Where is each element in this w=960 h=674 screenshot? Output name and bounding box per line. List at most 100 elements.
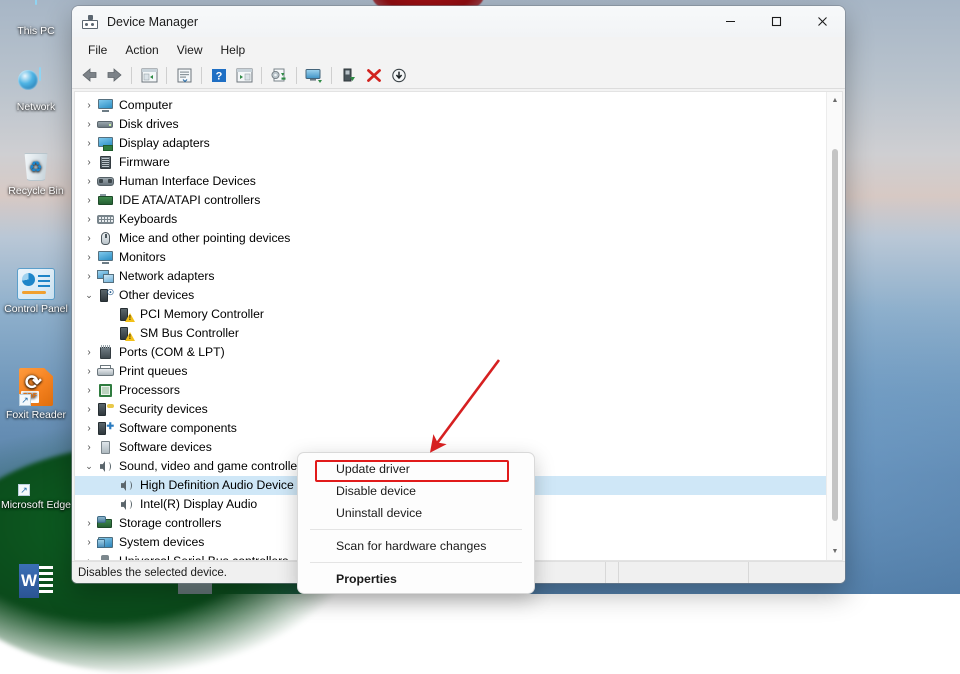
context-menu-item-scan-for-hardware-changes[interactable]: Scan for hardware changes [298, 535, 534, 557]
tree-item-keyboards[interactable]: ›Keyboards [75, 210, 842, 229]
chevron-right-icon[interactable]: › [81, 381, 97, 400]
desktop-icon-microsoft-edge[interactable]: ↗ Microsoft Edge [0, 460, 72, 511]
context-menu-item-uninstall-device[interactable]: Uninstall device [298, 502, 534, 524]
chevron-right-icon[interactable]: › [81, 115, 97, 134]
menu-action[interactable]: Action [116, 40, 167, 60]
scrollbar-track[interactable] [827, 109, 842, 543]
tree-item-sm-bus-controller[interactable]: SM Bus Controller [75, 324, 842, 343]
tree-item-pci-memory-controller[interactable]: PCI Memory Controller [75, 305, 842, 324]
firmware-icon [97, 155, 114, 170]
show-hide-action-pane-icon[interactable] [232, 64, 256, 86]
tree-item-computer[interactable]: › Computer [75, 96, 842, 115]
desktop-icon-foxit-reader[interactable]: ⟳PDF↗ Foxit Reader [0, 368, 72, 421]
tree-item-label: Intel(R) Display Audio [140, 495, 257, 514]
chevron-right-icon[interactable]: › [81, 172, 97, 191]
scroll-up-button[interactable]: ▲ [827, 92, 843, 109]
tree-item-display-adapters[interactable]: › Display adapters [75, 134, 842, 153]
chevron-down-icon[interactable]: ⌄ [81, 457, 97, 476]
desktop-icon-network[interactable]: Network [0, 68, 72, 113]
scrollbar-thumb[interactable] [832, 149, 838, 521]
enable-device-icon[interactable] [337, 64, 361, 86]
maximize-button[interactable] [753, 6, 799, 37]
chevron-right-icon[interactable]: › [81, 362, 97, 381]
help-icon[interactable]: ? [207, 64, 231, 86]
chevron-right-icon[interactable]: › [81, 210, 97, 229]
minimize-button[interactable] [707, 6, 753, 37]
show-hide-console-tree-icon[interactable] [137, 64, 161, 86]
chevron-down-icon[interactable]: ⌄ [81, 286, 97, 305]
tree-item-ide-ata-atapi-controllers[interactable]: › IDE ATA/ATAPI controllers [75, 191, 842, 210]
device-manager-icon [82, 15, 98, 29]
chevron-right-icon[interactable]: › [81, 267, 97, 286]
chevron-right-icon[interactable]: › [81, 134, 97, 153]
tree-item-label: Sound, video and game controllers [119, 457, 307, 476]
chevron-right-icon[interactable]: › [81, 96, 97, 115]
context-menu-item-disable-device[interactable]: Disable device [298, 480, 534, 502]
chevron-right-icon[interactable]: › [81, 419, 97, 438]
desktop-icon-control-panel[interactable]: Control Panel [0, 268, 72, 315]
tree-item-label: Mice and other pointing devices [119, 229, 290, 248]
desktop-icon-recycle-bin[interactable]: ♻ Recycle Bin [0, 148, 72, 197]
chevron-right-icon[interactable]: › [81, 343, 97, 362]
menu-help[interactable]: Help [212, 40, 255, 60]
mice-icon [97, 231, 114, 246]
tree-item-disk-drives[interactable]: ›Disk drives [75, 115, 842, 134]
chevron-right-icon[interactable]: › [81, 229, 97, 248]
tree-item-network-adapters[interactable]: ›Network adapters [75, 267, 842, 286]
menu-view[interactable]: View [168, 40, 212, 60]
tree-item-human-interface-devices[interactable]: ›Human Interface Devices [75, 172, 842, 191]
tree-item-label: Computer [119, 96, 173, 115]
back-icon[interactable] [77, 64, 101, 86]
tree-item-monitors[interactable]: ›Monitors [75, 248, 842, 267]
ports-icon [97, 345, 114, 360]
tree-item-label: Software components [119, 419, 237, 438]
desktop-icon-label: Recycle Bin [8, 185, 63, 197]
context-menu-separator [310, 529, 522, 530]
warning-device-icon [118, 307, 135, 322]
tree-item-print-queues[interactable]: ›Print queues [75, 362, 842, 381]
menu-file[interactable]: File [79, 40, 116, 60]
chevron-right-icon[interactable]: › [81, 400, 97, 419]
word-icon: W [19, 564, 53, 600]
vertical-scrollbar[interactable]: ▲ ▼ [826, 92, 842, 560]
chevron-right-icon[interactable]: › [81, 191, 97, 210]
forward-icon[interactable] [102, 64, 126, 86]
tree-item-label: Display adapters [119, 134, 210, 153]
chevron-right-icon[interactable]: › [81, 248, 97, 267]
window-titlebar[interactable]: Device Manager [72, 6, 845, 37]
tree-item-label: PCI Memory Controller [140, 305, 264, 324]
context-menu-item-properties[interactable]: Properties [298, 568, 534, 590]
chevron-right-icon[interactable]: › [81, 438, 97, 457]
tree-item-software-components[interactable]: ›✚Software components [75, 419, 842, 438]
tree-item-processors[interactable]: › Processors [75, 381, 842, 400]
tree-item-label: Storage controllers [119, 514, 221, 533]
desktop-icon-this-pc[interactable]: This PC [0, 0, 72, 37]
chevron-right-icon[interactable]: › [81, 153, 97, 172]
close-button[interactable] [799, 6, 845, 37]
properties-icon[interactable] [172, 64, 196, 86]
context-menu-item-update-driver[interactable]: Update driver [298, 458, 534, 480]
uninstall-device-icon[interactable] [362, 64, 386, 86]
disable-device-icon[interactable] [387, 64, 411, 86]
chevron-right-icon[interactable]: › [81, 552, 97, 560]
chevron-right-icon[interactable]: › [81, 533, 97, 552]
tree-item-ports-com-lpt[interactable]: ›Ports (COM & LPT) [75, 343, 842, 362]
desktop-icon-word[interactable]: W [0, 564, 72, 603]
tree-item-label: IDE ATA/ATAPI controllers [119, 191, 260, 210]
tree-item-label: Processors [119, 381, 180, 400]
scan-for-hardware-changes-icon[interactable] [302, 64, 326, 86]
tree-item-other-devices[interactable]: ⌄☉Other devices [75, 286, 842, 305]
chevron-right-icon[interactable]: › [81, 514, 97, 533]
tree-item-security-devices[interactable]: ›Security devices [75, 400, 842, 419]
microsoft-edge-icon: ↗ [18, 460, 54, 496]
update-driver-icon[interactable] [267, 64, 291, 86]
scroll-down-button[interactable]: ▼ [827, 543, 843, 560]
tree-item-mice-and-other-pointing-devices[interactable]: › Mice and other pointing devices [75, 229, 842, 248]
desktop-icon-label: Foxit Reader [6, 409, 66, 421]
monitor-icon [16, 0, 56, 22]
tree-item-firmware[interactable]: ›Firmware [75, 153, 842, 172]
tree-item-label: Other devices [119, 286, 194, 305]
software-devices-icon [97, 440, 114, 455]
print-queues-icon [97, 364, 114, 379]
processors-icon [97, 383, 114, 398]
